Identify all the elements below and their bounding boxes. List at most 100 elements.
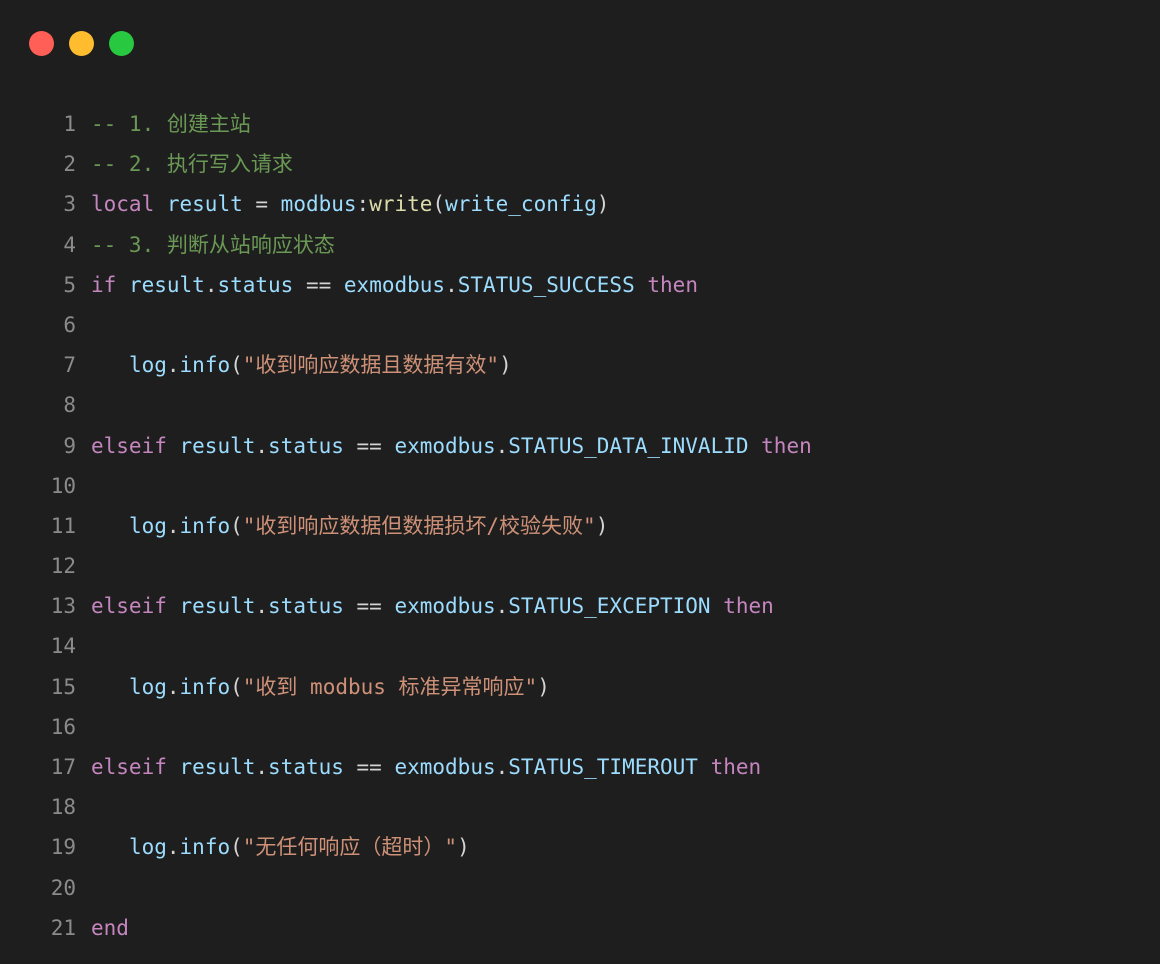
code-token: then	[723, 594, 774, 619]
line-number: 11	[50, 513, 76, 538]
code-token: .	[495, 755, 509, 779]
code-token: status	[268, 433, 344, 458]
code-token: .	[255, 755, 269, 779]
code-token: status	[268, 755, 344, 779]
code-token: )	[499, 353, 512, 378]
code-token: -- 3. 判断从站响应状态	[91, 232, 335, 257]
line-source: -- 1. 创建主站	[91, 104, 251, 144]
code-line: 1 -- 1. 创建主站	[0, 104, 1160, 144]
code-line: 12	[0, 546, 1160, 586]
code-line: 7 log.info("收到响应数据且数据有效")	[0, 345, 1160, 385]
code-token: )	[596, 192, 610, 217]
code-token: local	[91, 192, 155, 217]
code-token: info	[179, 835, 231, 860]
line-source: local result = modbus:write(write_config…	[91, 184, 609, 224]
code-token: .	[166, 353, 180, 378]
code-token: (	[432, 192, 446, 217]
code-token: exmodbus	[343, 272, 446, 297]
code-token: exmodbus	[394, 594, 496, 619]
line-number: 8	[63, 393, 76, 418]
line-source: log.info("收到响应数据但数据损坏/校验失败")	[91, 506, 608, 546]
code-token: "收到 modbus 标准异常响应"	[242, 674, 538, 699]
code-token: ==	[343, 755, 395, 779]
line-source: if result.status == exmodbus.STATUS_SUCC…	[91, 265, 698, 305]
code-token: then	[761, 433, 812, 458]
code-token: result	[179, 755, 256, 779]
code-token: write_config	[445, 192, 597, 217]
code-token: modbus	[280, 192, 357, 217]
code-token: "无任何响应（超时）"	[242, 835, 458, 860]
line-source: end	[91, 908, 129, 948]
line-number: 15	[50, 674, 76, 699]
line-number: 16	[50, 714, 76, 739]
code-line: 18	[0, 787, 1160, 827]
code-token: if	[91, 272, 117, 297]
line-number: 19	[50, 835, 76, 860]
code-window: 1 -- 1. 创建主站 2 -- 2. 执行写入请求 3 local result = …	[0, 0, 1160, 964]
code-token: .	[495, 433, 509, 458]
code-line: 13 elseif result.status == exmodbus.STATU…	[0, 586, 1160, 626]
code-line: 4 -- 3. 判断从站响应状态	[0, 225, 1160, 265]
code-token: end	[91, 915, 129, 940]
code-token: elseif	[91, 433, 167, 458]
code-token: then	[710, 755, 762, 779]
code-token: log	[128, 674, 167, 699]
code-token: :	[356, 192, 370, 217]
code-line: 10	[0, 466, 1160, 506]
code-token: (	[230, 835, 243, 860]
code-token: STATUS_EXCEPTION	[508, 594, 711, 619]
code-line: 19 log.info("无任何响应（超时）")	[0, 827, 1160, 867]
line-number: 7	[63, 353, 76, 378]
line-source: elseif result.status == exmodbus.STATUS_…	[91, 586, 774, 626]
code-token: exmodbus	[394, 755, 496, 779]
code-token: STATUS_DATA_INVALID	[508, 433, 749, 458]
code-token: then	[647, 272, 698, 297]
code-token: status	[217, 272, 294, 297]
code-token: .	[166, 674, 180, 699]
line-number: 20	[50, 875, 76, 900]
code-token: info	[179, 353, 231, 378]
line-source: log.info("收到响应数据且数据有效")	[91, 345, 512, 385]
code-token: status	[268, 594, 344, 619]
code-token: ==	[343, 433, 395, 458]
code-token: ==	[293, 272, 344, 297]
line-number: 4	[63, 232, 76, 257]
code-token: log	[128, 353, 167, 378]
code-token: elseif	[91, 594, 167, 619]
code-token: (	[230, 674, 243, 699]
line-number: 5	[63, 272, 76, 297]
code-line: 21 end	[0, 908, 1160, 948]
code-line: 5 if result.status == exmodbus.STATUS_SUC…	[0, 265, 1160, 305]
code-block: 1 -- 1. 创建主站 2 -- 2. 执行写入请求 3 local result = …	[0, 104, 1160, 948]
code-token: "收到响应数据但数据损坏/校验失败"	[242, 513, 596, 538]
minimize-button[interactable]	[69, 31, 94, 56]
code-token: result	[179, 594, 256, 619]
code-token: info	[179, 674, 231, 699]
code-token: )	[595, 513, 609, 538]
code-token: .	[255, 433, 269, 458]
line-source: log.info("无任何响应（超时）")	[91, 827, 470, 867]
close-button[interactable]	[29, 31, 54, 56]
code-token: result	[128, 272, 205, 297]
line-number: 14	[50, 634, 76, 659]
zoom-button[interactable]	[109, 31, 134, 56]
code-token: .	[204, 272, 218, 297]
code-token: (	[230, 513, 243, 538]
line-number: 12	[50, 554, 76, 579]
code-token: =	[242, 192, 281, 217]
code-token: -- 1. 创建主站	[91, 112, 251, 136]
code-token: .	[445, 272, 458, 297]
code-token: STATUS_SUCCESS	[457, 272, 635, 297]
code-line: 11 log.info("收到响应数据但数据损坏/校验失败")	[0, 506, 1160, 546]
line-source: elseif result.status == exmodbus.STATUS_…	[91, 747, 761, 787]
code-token: .	[166, 513, 180, 538]
line-number: 17	[50, 755, 76, 779]
code-token: result	[179, 433, 256, 458]
